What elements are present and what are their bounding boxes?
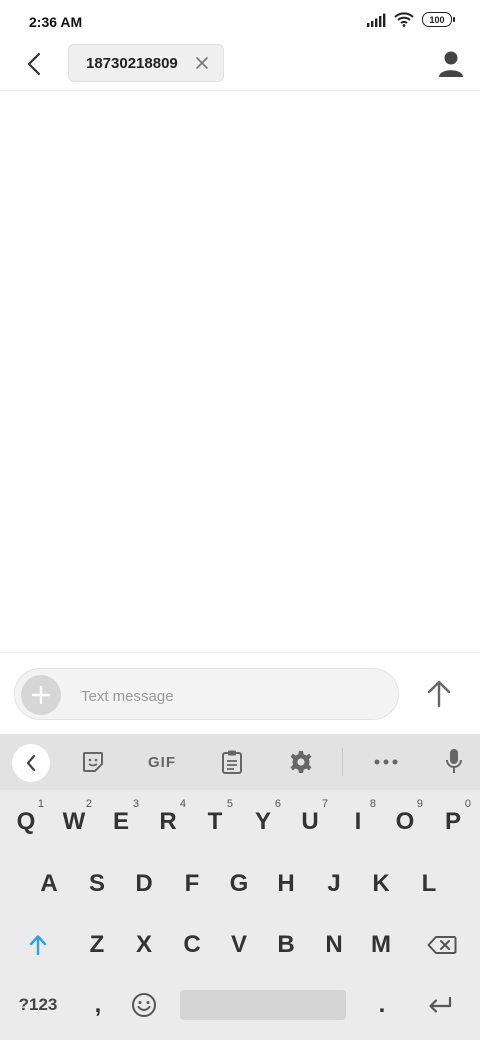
message-input[interactable]: Text message [14,668,399,720]
key-s[interactable]: S [75,858,119,910]
key-c[interactable]: C [170,919,214,971]
status-time: 2:36 AM [29,14,83,30]
key-v[interactable]: V [217,919,261,971]
key-x[interactable]: X [122,919,166,971]
enter-icon [429,996,452,1013]
key-k[interactable]: K [359,858,403,910]
chevron-left-icon [26,754,36,772]
key-b[interactable]: B [264,919,308,971]
key-n[interactable]: N [312,919,356,971]
battery-icon: 100 [422,12,455,27]
comma-key[interactable]: , [76,979,120,1031]
key-z[interactable]: Z [75,919,119,971]
key-e[interactable]: E3 [99,796,143,848]
wifi-icon [394,12,414,27]
key-f[interactable]: F [170,858,214,910]
keyboard-toolbar: GIF [0,734,480,790]
compose-bar: Text message [0,652,480,735]
recipient-number: 18730218809 [86,54,178,72]
emoji-icon [132,993,156,1017]
sticker-icon [83,752,103,772]
mic-icon [446,749,462,773]
clipboard-icon [222,750,242,774]
toolbar-divider [342,748,343,776]
signal-icon [367,13,386,27]
close-icon[interactable] [195,56,209,70]
key-i[interactable]: I8 [336,796,380,848]
back-arrow-icon [27,52,41,76]
symbols-key[interactable]: ?123 [14,979,62,1031]
key-a[interactable]: A [27,858,71,910]
keyboard: GIF Q 1 W 2 E 3 R 4 T 5 Y 6 U 7 I 8 O 9 … [0,734,480,1040]
gif-button[interactable]: GIF [146,748,178,776]
key-p[interactable]: P0 [431,796,475,848]
plus-icon [31,685,51,705]
status-bar: 2:36 AM 100 [0,0,480,44]
key-o[interactable]: O9 [383,796,427,848]
attach-button[interactable] [21,675,61,715]
key-l[interactable]: L [407,858,451,910]
enter-key[interactable] [418,979,462,1031]
recipient-chip[interactable]: 18730218809 [68,44,224,82]
key-u[interactable]: U7 [288,796,332,848]
more-icon [374,759,398,765]
more-button[interactable] [374,748,398,776]
key-h[interactable]: H [264,858,308,910]
key-m[interactable]: M [359,919,403,971]
toolbar-back-button[interactable] [12,744,50,782]
shift-key[interactable] [16,919,60,971]
key-j[interactable]: J [312,858,356,910]
conversation-header: 18730218809 [0,44,480,91]
period-key[interactable]: . [360,979,404,1031]
shift-arrow-icon [29,935,47,956]
key-q[interactable]: Q1 [4,796,48,848]
space-key[interactable] [180,990,346,1020]
key-w[interactable]: W2 [52,796,96,848]
sticker-button[interactable] [80,748,106,776]
key-y[interactable]: Y6 [241,796,285,848]
voice-input-button[interactable] [444,748,464,776]
message-placeholder: Text message [81,688,174,705]
person-icon[interactable] [438,50,464,78]
backspace-key[interactable] [420,919,464,971]
clipboard-button[interactable] [220,748,244,776]
backspace-icon [427,936,457,954]
back-button[interactable] [18,48,50,80]
gear-icon [290,751,312,773]
key-r[interactable]: R4 [146,796,190,848]
battery-level: 100 [429,14,445,25]
key-t[interactable]: T5 [193,796,237,848]
key-g[interactable]: G [217,858,261,910]
status-icons: 100 [366,12,455,27]
arrow-up-icon[interactable] [425,679,453,709]
emoji-key[interactable] [122,979,166,1031]
settings-button[interactable] [288,748,314,776]
key-d[interactable]: D [122,858,166,910]
message-list [0,91,480,651]
